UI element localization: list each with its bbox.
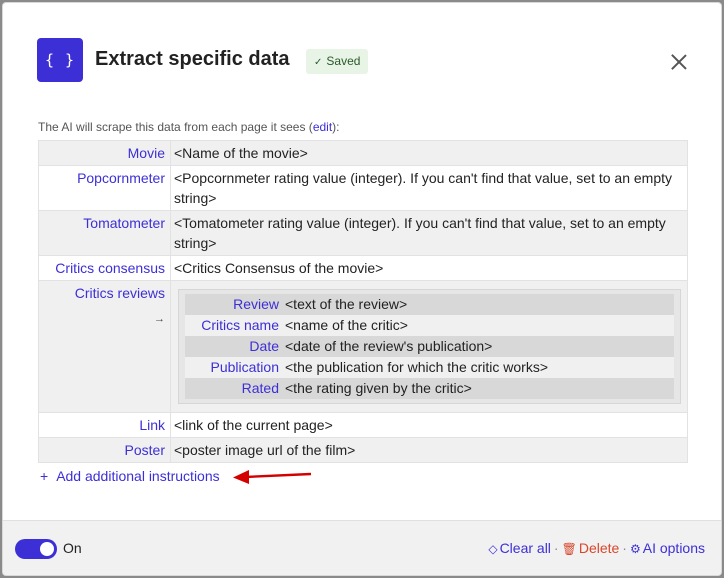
- table-row: Tomatometer <Tomatometer rating value (i…: [38, 210, 688, 256]
- fields-table: Movie <Name of the movie> Popcornmeter <…: [38, 140, 688, 463]
- nested-row: Date <date of the review's publication>: [185, 336, 674, 357]
- dialog-footer: On ◇ Clear all · 🗑 Delete · ⚙ AI options: [3, 520, 721, 575]
- braces-icon: { }: [37, 38, 83, 82]
- nested-table-container: Review <text of the review> Critics name <…: [178, 289, 681, 404]
- table-row: Poster <poster image url of the film>: [38, 437, 688, 463]
- field-value[interactable]: <Tomatometer rating value (integer). If …: [170, 210, 688, 256]
- trash-icon: 🗑: [561, 542, 577, 556]
- field-value[interactable]: <Critics Consensus of the movie>: [170, 255, 688, 281]
- nested-key[interactable]: Rated: [185, 378, 285, 399]
- dialog-title: Extract specific data: [95, 48, 290, 70]
- field-key[interactable]: Movie: [38, 140, 171, 166]
- table-row: Popcornmeter <Popcornmeter rating value …: [38, 165, 688, 211]
- extract-data-dialog: { } Extract specific data ✓ Saved The AI …: [2, 2, 722, 576]
- add-instructions-button[interactable]: + Add additional instructions: [40, 468, 220, 484]
- nested-row: Publication <the publication for which th…: [185, 357, 674, 378]
- nested-key[interactable]: Publication: [185, 357, 285, 378]
- close-icon[interactable]: [669, 52, 689, 72]
- saved-badge: ✓ Saved: [306, 49, 369, 74]
- nested-fields: Review <text of the review> Critics name <…: [170, 280, 688, 413]
- field-key[interactable]: Critics consensus: [38, 255, 171, 281]
- field-key[interactable]: Poster: [38, 437, 171, 463]
- check-icon: ✓: [314, 57, 323, 68]
- table-row: Movie <Name of the movie>: [38, 140, 688, 166]
- nested-value[interactable]: <the rating given by the critic>: [285, 378, 674, 399]
- table-row: Link <link of the current page>: [38, 412, 688, 438]
- delete-button[interactable]: 🗑 Delete: [562, 540, 620, 556]
- nested-row: Critics name <name of the critic>: [185, 315, 674, 336]
- nested-key[interactable]: Review: [185, 294, 285, 315]
- nested-value[interactable]: <name of the critic>: [285, 315, 674, 336]
- field-value[interactable]: <Name of the movie>: [170, 140, 688, 166]
- field-key[interactable]: Popcornmeter: [38, 165, 171, 211]
- toggle-label: On: [63, 540, 82, 556]
- table-row-nested: Critics reviews → Review <text of the revi…: [38, 280, 688, 413]
- robot-icon: ⚙: [629, 542, 641, 556]
- dialog-header: { } Extract specific data ✓ Saved: [3, 3, 721, 118]
- field-key[interactable]: Critics reviews →: [38, 280, 171, 413]
- field-value[interactable]: <Popcornmeter rating value (integer). If…: [170, 165, 688, 211]
- field-key[interactable]: Link: [38, 412, 171, 438]
- nested-key[interactable]: Date: [185, 336, 285, 357]
- intro-text: The AI will scrape this data from each p…: [38, 120, 340, 134]
- separator: ·: [622, 540, 627, 556]
- footer-actions: ◇ Clear all · 🗑 Delete · ⚙ AI options: [488, 540, 705, 556]
- eraser-icon: ◇: [488, 542, 498, 556]
- ai-options-button[interactable]: ⚙ AI options: [630, 540, 705, 556]
- arrow-right-icon: →: [154, 313, 165, 325]
- add-instructions-label: Add additional instructions: [56, 468, 220, 484]
- annotation-arrow-icon: [233, 470, 312, 484]
- nested-row: Review <text of the review>: [185, 294, 674, 315]
- field-value[interactable]: <link of the current page>: [170, 412, 688, 438]
- clear-all-button[interactable]: ◇ Clear all: [488, 540, 551, 556]
- nested-value[interactable]: <the publication for which the critic wo…: [285, 357, 674, 378]
- toggle-knob: [40, 542, 54, 556]
- critics-reviews-table: Review <text of the review> Critics name <…: [185, 294, 674, 399]
- separator: ·: [553, 540, 559, 556]
- saved-label: Saved: [326, 54, 361, 68]
- table-row: Critics consensus <Critics Consensus of …: [38, 255, 688, 281]
- field-key[interactable]: Tomatometer: [38, 210, 171, 256]
- nested-value[interactable]: <date of the review's publication>: [285, 336, 674, 357]
- plus-icon: +: [40, 468, 49, 484]
- nested-row: Rated <the rating given by the critic>: [185, 378, 674, 399]
- on-toggle[interactable]: [15, 539, 57, 559]
- nested-key[interactable]: Critics name: [185, 315, 285, 336]
- field-value[interactable]: <poster image url of the film>: [170, 437, 688, 463]
- nested-value[interactable]: <text of the review>: [285, 294, 674, 315]
- edit-link[interactable]: edit: [313, 120, 332, 134]
